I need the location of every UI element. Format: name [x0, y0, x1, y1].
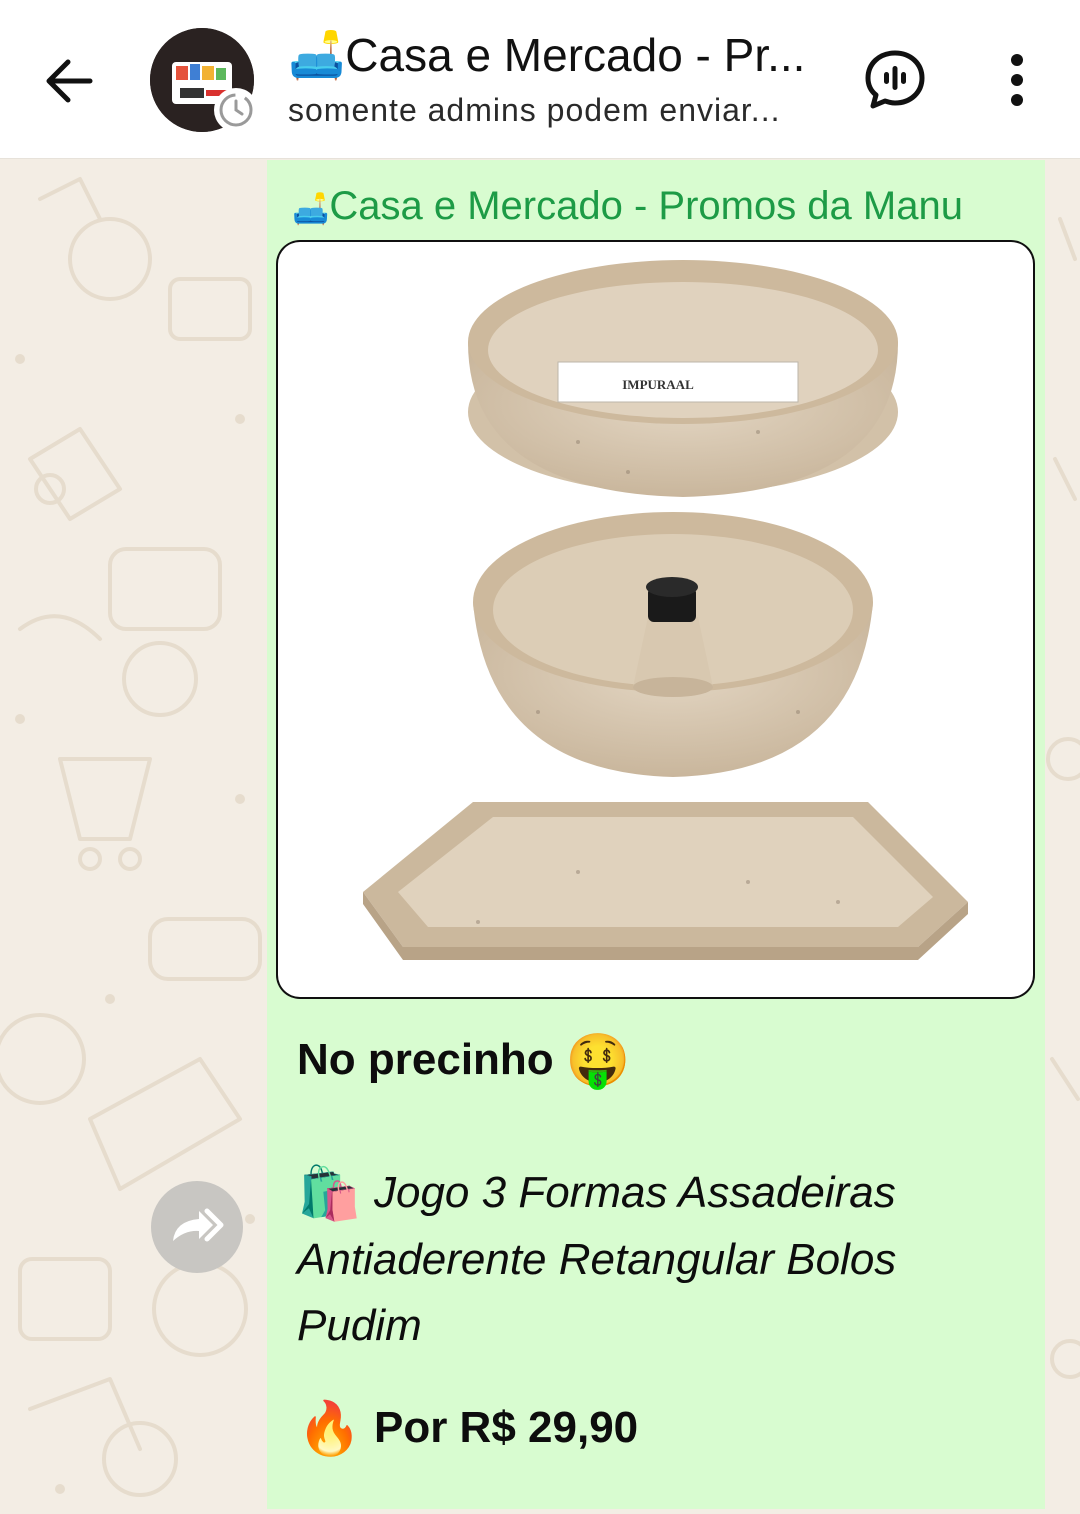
chat-header: 🛋️Casa e Mercado - Pr... somente admins …	[0, 0, 1080, 159]
money-mouth-emoji: 🤑	[565, 1032, 631, 1090]
voice-chat-icon[interactable]	[862, 46, 928, 112]
shopping-bags-emoji: 🛍️	[297, 1165, 362, 1223]
chat-subtitle[interactable]: somente admins podem enviar...	[288, 92, 828, 129]
product-image[interactable]: IMPURAAL	[278, 242, 1033, 997]
chat-title[interactable]: 🛋️Casa e Mercado - Pr...	[288, 28, 828, 83]
pan-label: IMPURAAL	[622, 377, 694, 392]
more-options-icon[interactable]	[992, 48, 1042, 114]
sender-name[interactable]: 🛋️Casa e Mercado - Promos da Manu	[292, 184, 1032, 229]
forward-icon[interactable]	[151, 1181, 243, 1273]
status-clock-icon	[214, 88, 258, 132]
message-headline: No precinho 🤑	[297, 1030, 631, 1091]
product-text: Jogo 3 Formas Assadeiras Antiaderente Re…	[297, 1168, 897, 1350]
couch-emoji: 🛋️	[292, 193, 330, 226]
sender-name-text: Casa e Mercado - Promos da Manu	[329, 184, 963, 228]
price-text: Por R$ 29,90	[373, 1403, 639, 1452]
price-line: 🔥 Por R$ 29,90	[297, 1398, 638, 1459]
headline-text: No precinho	[297, 1035, 554, 1084]
product-description: 🛍️ Jogo 3 Formas Assadeiras Antiaderente…	[297, 1160, 997, 1359]
back-arrow-icon[interactable]	[38, 50, 100, 112]
fire-emoji: 🔥	[297, 1400, 362, 1458]
